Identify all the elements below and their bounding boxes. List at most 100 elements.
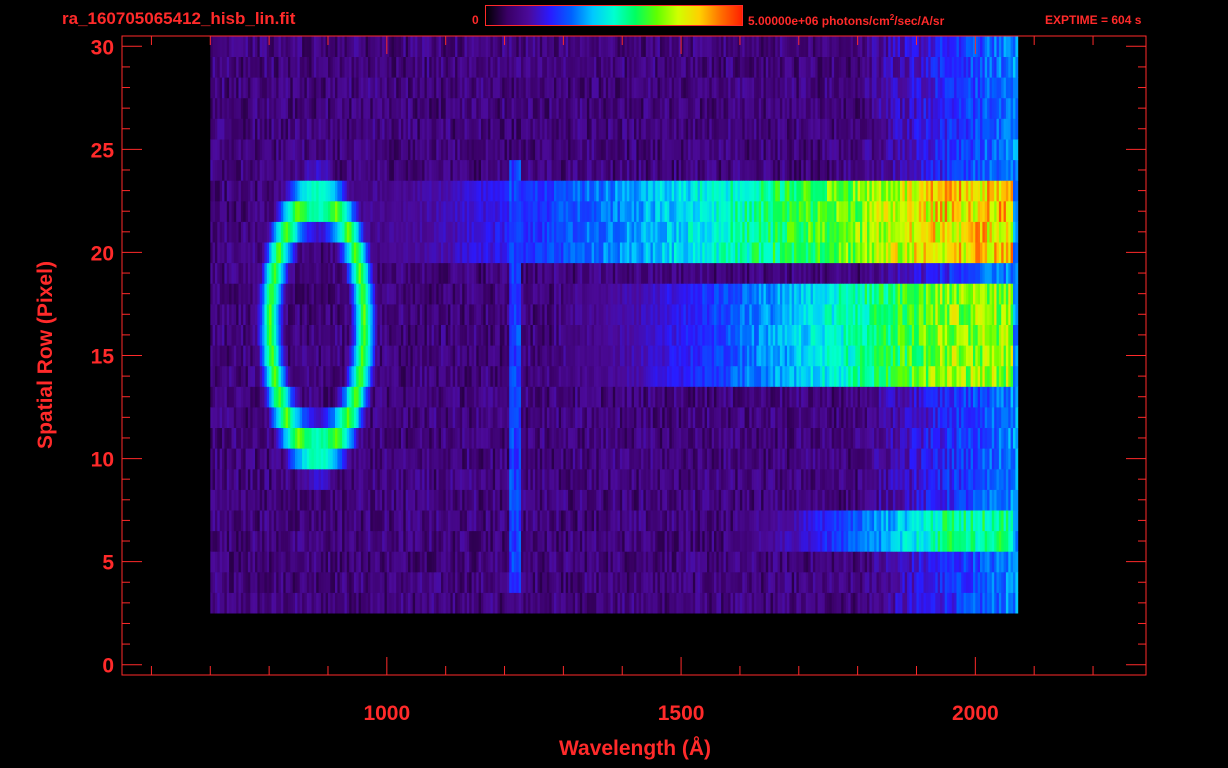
heatmap-cell [900,324,903,346]
heatmap-cell [273,345,277,367]
heatmap-cell [222,468,225,490]
heatmap-cell [370,427,374,449]
heatmap-cell [725,551,729,573]
heatmap-cell [622,571,625,593]
heatmap-cell [485,510,489,532]
heatmap-cell [269,489,272,511]
heatmap-cell [1005,571,1009,593]
heatmap-cell [843,427,847,449]
heatmap-cell [535,427,538,449]
heatmap-cell [255,489,258,511]
heatmap-cell [596,592,600,614]
heatmap-cell [944,530,948,552]
heatmap-cell [857,592,861,614]
heatmap-cell [247,510,251,532]
heatmap-cell [591,489,595,511]
heatmap-cell [382,324,385,346]
heatmap-cell [626,592,630,614]
heatmap-cell [744,386,748,408]
heatmap-cell [634,427,637,449]
heatmap-cell [787,530,790,552]
heatmap-cell [233,448,237,470]
heatmap-cell [233,510,237,532]
heatmap-cell [575,365,578,387]
heatmap-cell [822,592,826,614]
heatmap-cell [683,510,687,532]
heatmap-cell [457,551,461,573]
heatmap-cell [320,592,324,614]
heatmap-cell [591,551,595,573]
heatmap-cell [582,407,585,428]
heatmap-cell [243,510,246,532]
heatmap-cell [949,386,953,408]
heatmap-cell [278,571,282,593]
heatmap-cell [360,510,364,532]
heatmap-cell [935,324,939,346]
heatmap-cell [617,365,621,387]
heatmap-cell [212,427,216,449]
heatmap-cell [591,324,595,346]
heatmap-cell [669,345,673,367]
heatmap-cell [603,530,607,552]
heatmap-cell [892,324,896,346]
heatmap-cell [782,365,786,387]
heatmap-cell [426,571,430,593]
heatmap-cell [935,365,939,387]
heatmap-cell [718,386,722,408]
heatmap-cell [695,489,698,511]
heatmap-cell [603,427,607,449]
heatmap-cell [448,407,451,428]
heatmap-cell [612,571,616,593]
heatmap-cell [862,592,866,614]
heatmap-cell [888,345,891,367]
heatmap-cell [408,592,411,614]
heatmap-cell [980,510,983,532]
heatmap-cell [222,304,225,325]
heatmap-cell [791,468,795,490]
heatmap-cell [662,407,665,428]
heatmap-cell [316,468,319,490]
heatmap-cell [796,530,800,552]
heatmap-cell [490,510,494,532]
heatmap-cell [452,324,456,346]
heatmap-cell [544,345,548,367]
heatmap-cell [565,365,569,387]
heatmap-cell [883,386,887,408]
heatmap-cell [457,365,461,387]
heatmap-cell [443,448,447,470]
heatmap-cell [699,448,703,470]
heatmap-cell [690,365,694,387]
heatmap-cell [269,551,272,573]
heatmap-cell [426,407,430,428]
heatmap-cell [372,510,376,532]
heatmap-cell [721,551,724,573]
heatmap-cell [827,427,830,449]
heatmap-cell [831,510,835,532]
heatmap-cell [984,324,988,346]
heatmap-cell [869,324,873,346]
heatmap-cell [775,530,778,552]
heatmap-cell [417,304,421,325]
heatmap-cell [299,530,303,552]
heatmap-cell [398,407,402,428]
heatmap-cell [299,304,303,325]
heatmap-cell [464,448,468,470]
heatmap-cell [259,448,263,470]
heatmap-cell [900,427,903,449]
heatmap-cell [403,345,407,367]
heatmap-cell [626,304,630,325]
heatmap-cell [808,427,811,449]
heatmap-cell [403,407,407,428]
heatmap-cell [704,345,708,367]
heatmap-cell [504,551,508,573]
heatmap-cell [591,304,595,325]
heatmap-cell [448,468,451,490]
heatmap-cell [744,530,748,552]
heatmap-cell [987,365,990,387]
heatmap-cell [433,592,437,614]
heatmap-cell [739,489,743,511]
heatmap-cell [874,324,877,346]
heatmap-cell [669,551,673,573]
heatmap-cell [808,448,811,470]
heatmap-cell [255,345,258,367]
